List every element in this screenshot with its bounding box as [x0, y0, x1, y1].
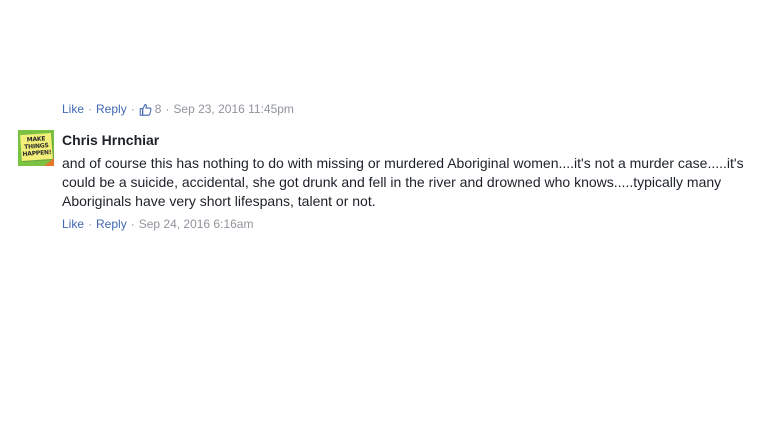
thumbs-up-icon [139, 103, 152, 116]
separator-dot: · [130, 102, 135, 116]
comment-author[interactable]: Chris Hrnchiar [62, 132, 159, 148]
comment-text: and of course this has nothing to do wit… [62, 155, 744, 209]
reply-link[interactable]: Reply [96, 217, 127, 231]
avatar-corner-decoration [44, 158, 54, 166]
prev-reply-link[interactable]: Reply [96, 102, 127, 116]
like-count-value: 8 [154, 102, 162, 116]
avatar-sticky-note: MAKE THINGS HAPPEN! [20, 132, 53, 162]
separator-dot: · [130, 217, 135, 231]
avatar[interactable]: MAKE THINGS HAPPEN! [18, 130, 54, 166]
prev-like-link[interactable]: Like [62, 102, 84, 116]
prev-like-count[interactable]: 8 [139, 102, 162, 116]
comment-actions: Like · Reply · Sep 24, 2016 6:16am [62, 217, 253, 231]
avatar-text: MAKE THINGS HAPPEN! [22, 135, 52, 158]
comment-timestamp[interactable]: Sep 24, 2016 6:16am [139, 217, 254, 231]
prev-timestamp[interactable]: Sep 23, 2016 11:45pm [173, 102, 294, 116]
separator-dot: · [88, 102, 93, 116]
like-link[interactable]: Like [62, 217, 84, 231]
separator-dot: · [165, 102, 170, 116]
prev-comment-actions: Like · Reply · 8 · Sep 23, 2016 11:45pm [62, 102, 294, 116]
separator-dot: · [88, 217, 93, 231]
